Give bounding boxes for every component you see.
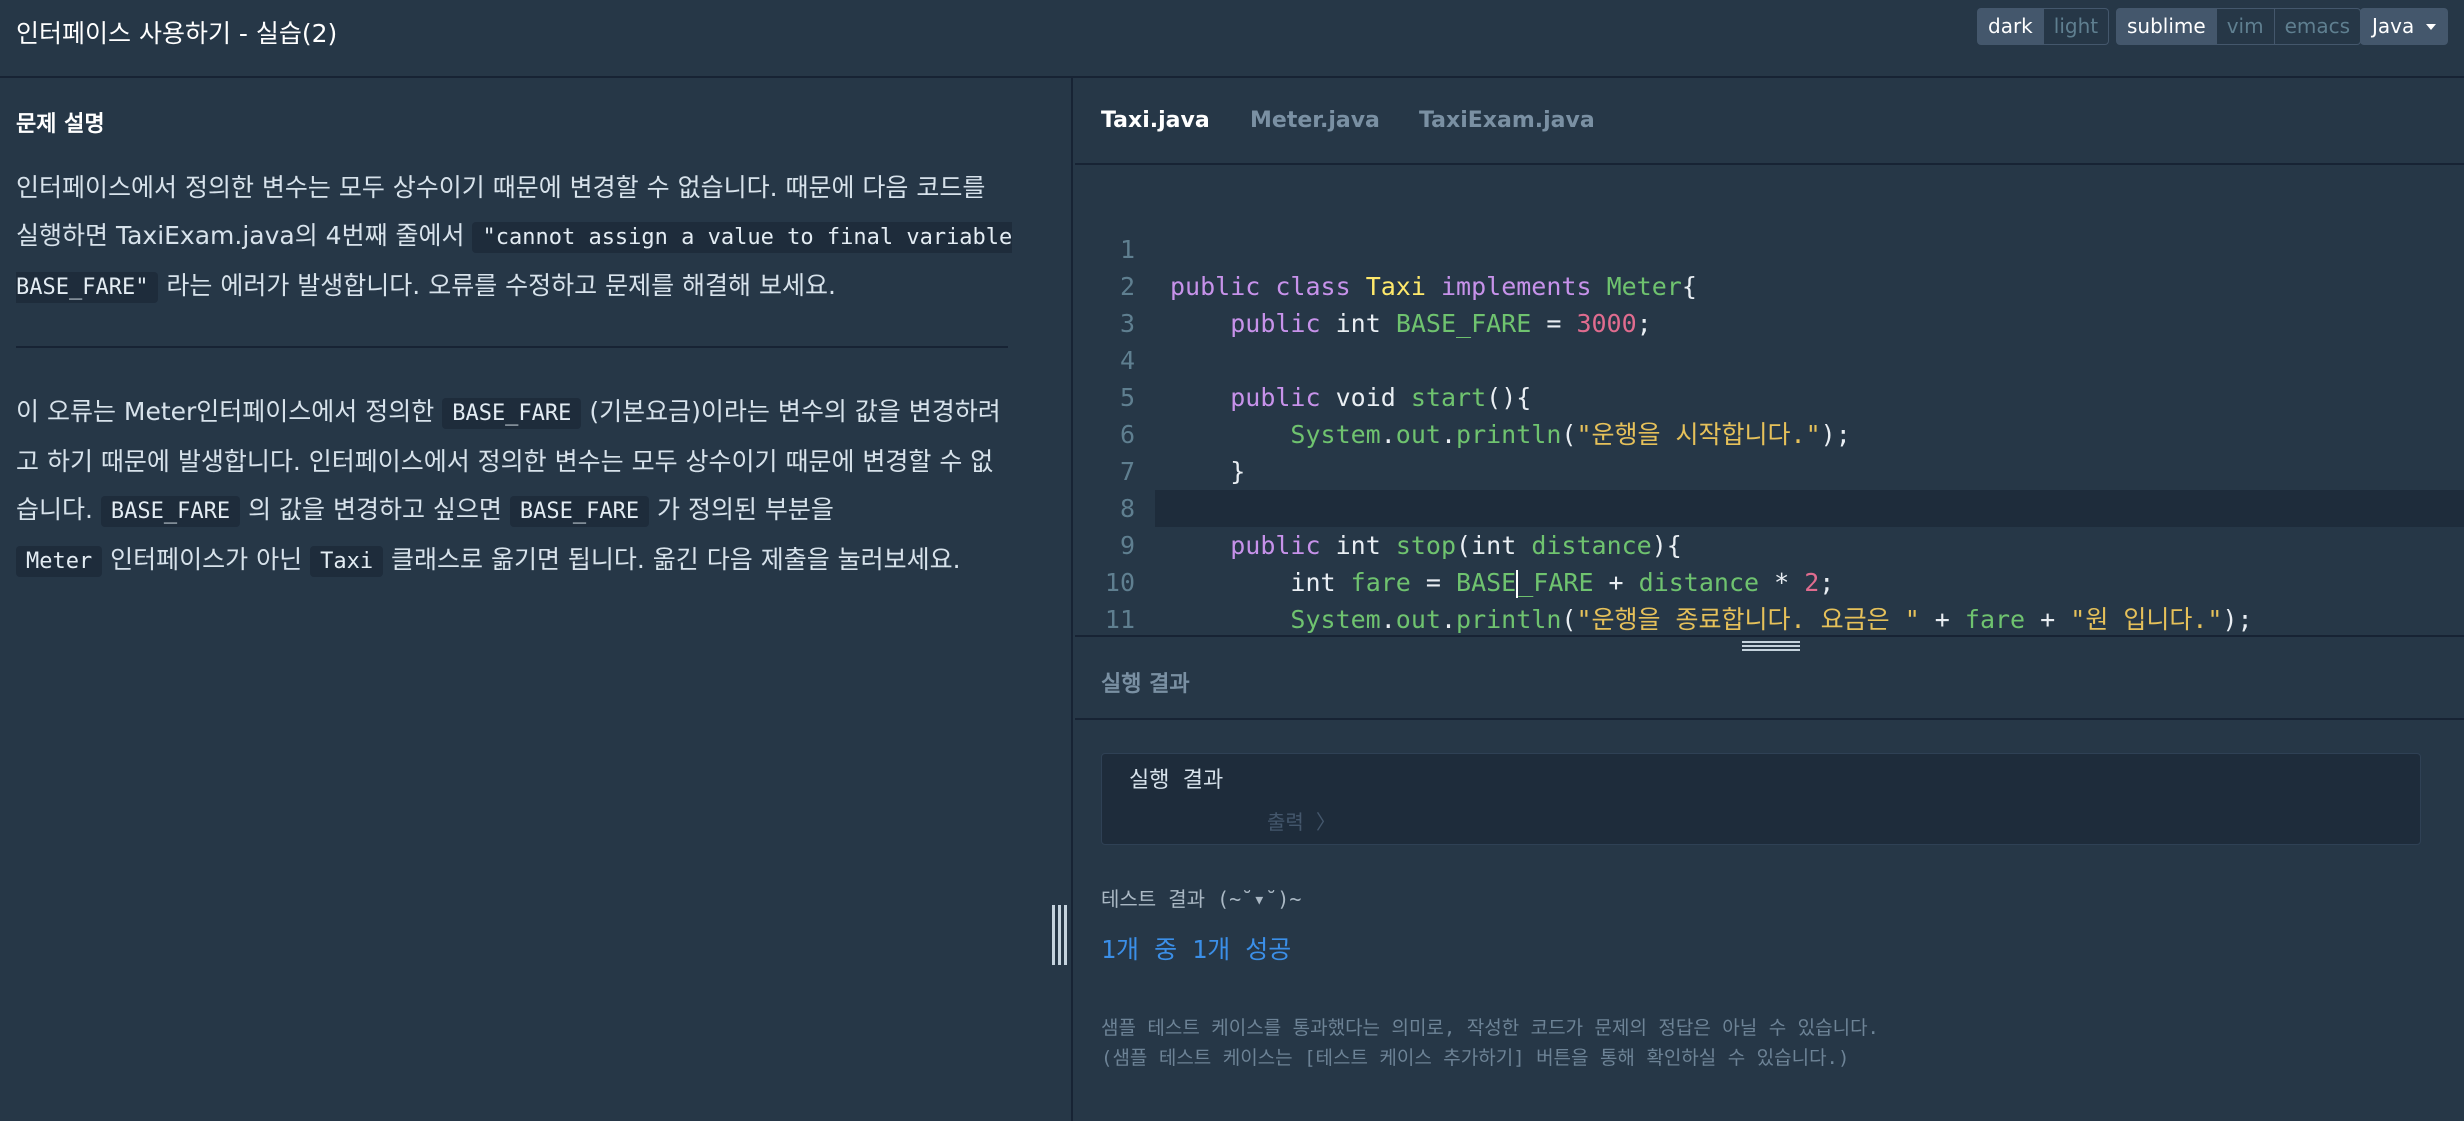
- output-box: 실행 결과 출력 〉: [1101, 753, 2421, 845]
- caret-down-icon: [2426, 24, 2436, 30]
- result-header-divider: [1075, 718, 2464, 720]
- keymap-toggle: sublime vim emacs: [2116, 8, 2362, 45]
- file-tabs: Taxi.java Meter.java TaxiExam.java: [1075, 78, 2464, 165]
- problem-paragraph-2: 이 오류는 Meter인터페이스에서 정의한 BASE_FARE (기본요금)이…: [16, 388, 1016, 586]
- p2-text-a: 이 오류는 Meter인터페이스에서 정의한: [16, 397, 443, 426]
- panel-resize-handle[interactable]: [1052, 905, 1068, 965]
- p2-code-base-fare: BASE_FARE: [442, 398, 582, 429]
- p2-text-c: 의 값을 변경하고 싶으면: [240, 495, 510, 524]
- p2-code-taxi: Taxi: [310, 546, 384, 577]
- keymap-vim-button[interactable]: vim: [2216, 8, 2275, 45]
- top-bar: 인터페이스 사용하기 - 실습(2) dark light sublime vi…: [0, 0, 2464, 78]
- theme-toggle: dark light: [1977, 8, 2110, 45]
- p2-code-base-fare-3: BASE_FARE: [509, 496, 650, 527]
- test-note-1: 샘플 테스트 케이스를 통과했다는 의미로, 작성한 코드가 문제의 정답은 아…: [1101, 1017, 1879, 1039]
- p2-text-d: 가 정의된 부분을: [649, 495, 834, 524]
- problem-divider: [16, 346, 1008, 348]
- p2-code-meter: Meter: [16, 546, 103, 577]
- code-line: 5 System.out.println("운행을 시작합니다.");: [1075, 342, 2464, 449]
- p2-text-e: 인터페이스가 아닌: [102, 545, 311, 574]
- code-line: 12 }: [1075, 601, 2464, 635]
- editor-panel: Taxi.java Meter.java TaxiExam.java 1 pub…: [1075, 78, 2464, 1121]
- code-line: 3: [1075, 268, 2464, 338]
- tab-taxiexam-java[interactable]: TaxiExam.java: [1419, 108, 1595, 133]
- output-toggle[interactable]: 출력 〉: [1267, 806, 1336, 835]
- theme-dark-button[interactable]: dark: [1977, 8, 2044, 45]
- test-success-count: 1개 중 1개 성공: [1101, 935, 1292, 964]
- output-label: 실행 결과: [1129, 768, 1224, 793]
- problem-panel: 문제 설명 인터페이스에서 정의한 변수는 모두 상수이기 때문에 변경할 수 …: [0, 78, 1073, 1121]
- keymap-sublime-button[interactable]: sublime: [2116, 8, 2217, 45]
- code-line: 7: [1075, 416, 2464, 486]
- line-number: 8: [1119, 494, 1135, 523]
- code-line: 10 System.out.println("운행을 종료합니다. 요금은 " …: [1075, 527, 2464, 634]
- p1-text-b: 라는 에러가 발생합니다. 오류를 수정하고 문제를 해결해 보세요.: [158, 271, 836, 300]
- code-line: 1 public class Taxi implements Meter{: [1075, 194, 2464, 301]
- editor-result-divider: [1075, 635, 2464, 637]
- test-note-2: (샘플 테스트 케이스는 [테스트 케이스 추가하기] 버튼을 통해 확인하실 …: [1101, 1047, 1850, 1069]
- code-line: 4 public void start(){: [1075, 305, 2464, 412]
- code-line: 8 public int stop(int distance){: [1075, 453, 2464, 560]
- p2-code-base-fare-2: BASE_FARE: [100, 496, 241, 527]
- code-editor[interactable]: 1 public class Taxi implements Meter{ 2 …: [1075, 167, 2464, 635]
- code-line: 2 public int BASE_FARE = 3000;: [1075, 231, 2464, 338]
- editor-resize-handle[interactable]: [1742, 639, 1800, 653]
- p2-text-f: 클래스로 옮기면 됩니다. 옮긴 다음 제출을 눌러보세요.: [383, 545, 961, 574]
- code-line: 11 return fare;: [1075, 564, 2464, 634]
- test-result-title: 테스트 결과 (~˘▾˘)~: [1101, 887, 1302, 911]
- tab-taxi-java[interactable]: Taxi.java: [1101, 108, 1210, 133]
- code-line: 6 }: [1075, 379, 2464, 486]
- result-title: 실행 결과: [1101, 672, 1190, 697]
- language-label: Java: [2372, 14, 2415, 38]
- language-dropdown[interactable]: Java: [2360, 8, 2448, 45]
- code-line-active: 9 int fare = BASE_FARE + distance * 2;: [1120, 490, 2464, 598]
- problem-section-title: 문제 설명: [16, 112, 105, 137]
- theme-light-button[interactable]: light: [2043, 8, 2110, 45]
- keymap-emacs-button[interactable]: emacs: [2274, 8, 2362, 45]
- tab-meter-java[interactable]: Meter.java: [1250, 108, 1380, 133]
- page-title: 인터페이스 사용하기 - 실습(2): [16, 19, 338, 48]
- problem-paragraph-1: 인터페이스에서 정의한 변수는 모두 상수이기 때문에 변경할 수 없습니다. …: [16, 164, 1016, 312]
